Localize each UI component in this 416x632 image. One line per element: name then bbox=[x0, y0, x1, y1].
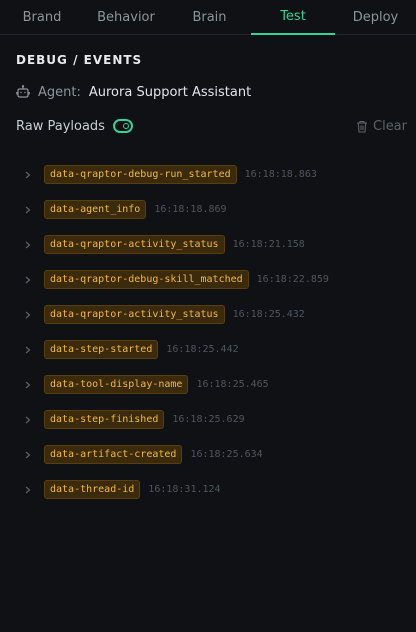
event-row[interactable]: data-thread-id 16:18:31.124 bbox=[24, 472, 404, 507]
event-time: 16:18:21.158 bbox=[232, 239, 305, 250]
clear-label: Clear bbox=[373, 118, 407, 134]
trash-icon bbox=[356, 120, 368, 133]
chevron-right-icon bbox=[24, 415, 44, 425]
chevron-right-icon bbox=[24, 450, 44, 460]
raw-payloads-label: Raw Payloads bbox=[16, 118, 105, 134]
tab-brand[interactable]: Brand bbox=[0, 0, 84, 35]
event-list: data-qraptor-debug-run_started 16:18:18.… bbox=[24, 157, 404, 507]
tab-deploy[interactable]: Deploy bbox=[335, 0, 416, 35]
event-time: 16:18:31.124 bbox=[148, 484, 221, 495]
chevron-right-icon bbox=[24, 485, 44, 495]
event-row[interactable]: data-qraptor-activity_status 16:18:21.15… bbox=[24, 227, 404, 262]
event-row[interactable]: data-tool-display-name 16:18:25.465 bbox=[24, 367, 404, 402]
event-time: 16:18:18.869 bbox=[154, 204, 227, 215]
raw-payloads-row: Raw Payloads bbox=[16, 117, 133, 135]
event-name: data-step-started bbox=[44, 340, 159, 359]
event-row[interactable]: data-qraptor-debug-skill_matched 16:18:2… bbox=[24, 262, 404, 297]
event-time: 16:18:22.859 bbox=[256, 274, 329, 285]
agent-name: Aurora Support Assistant bbox=[88, 84, 252, 100]
bot-icon bbox=[16, 85, 30, 99]
event-time: 16:18:25.634 bbox=[190, 449, 263, 460]
chevron-right-icon bbox=[24, 205, 44, 215]
tab-bar: Brand Behavior Brain Test Deploy bbox=[0, 0, 416, 35]
event-name: data-thread-id bbox=[44, 480, 141, 499]
chevron-right-icon bbox=[24, 240, 44, 250]
event-row[interactable]: data-agent_info 16:18:18.869 bbox=[24, 192, 404, 227]
tab-test[interactable]: Test bbox=[251, 0, 335, 35]
chevron-right-icon bbox=[24, 275, 44, 285]
event-name: data-agent_info bbox=[44, 200, 147, 219]
tab-brain[interactable]: Brain bbox=[168, 0, 251, 35]
event-name: data-tool-display-name bbox=[44, 375, 189, 394]
agent-label: Agent: bbox=[38, 84, 81, 100]
section-title: DEBUG / EVENTS bbox=[16, 53, 143, 67]
event-name: data-qraptor-debug-run_started bbox=[44, 165, 237, 184]
event-name: data-qraptor-activity_status bbox=[44, 235, 225, 254]
event-time: 16:18:18.863 bbox=[244, 169, 317, 180]
toggle-knob bbox=[122, 123, 129, 129]
event-row[interactable]: data-qraptor-debug-run_started 16:18:18.… bbox=[24, 157, 404, 192]
clear-button[interactable]: Clear bbox=[356, 117, 407, 135]
event-row[interactable]: data-step-started 16:18:25.442 bbox=[24, 332, 404, 367]
event-name: data-artifact-created bbox=[44, 445, 183, 464]
event-row[interactable]: data-qraptor-activity_status 16:18:25.43… bbox=[24, 297, 404, 332]
event-row[interactable]: data-artifact-created 16:18:25.634 bbox=[24, 437, 404, 472]
event-time: 16:18:25.629 bbox=[172, 414, 245, 425]
chevron-right-icon bbox=[24, 310, 44, 320]
event-name: data-qraptor-debug-skill_matched bbox=[44, 270, 249, 289]
chevron-right-icon bbox=[24, 170, 44, 180]
event-row[interactable]: data-step-finished 16:18:25.629 bbox=[24, 402, 404, 437]
tab-behavior[interactable]: Behavior bbox=[84, 0, 168, 35]
chevron-right-icon bbox=[24, 345, 44, 355]
event-time: 16:18:25.442 bbox=[166, 344, 239, 355]
agent-row: Agent: Aurora Support Assistant bbox=[16, 83, 251, 101]
event-time: 16:18:25.465 bbox=[196, 379, 269, 390]
raw-payloads-toggle[interactable] bbox=[112, 119, 133, 133]
chevron-right-icon bbox=[24, 380, 44, 390]
event-name: data-step-finished bbox=[44, 410, 165, 429]
event-name: data-qraptor-activity_status bbox=[44, 305, 225, 324]
event-time: 16:18:25.432 bbox=[232, 309, 305, 320]
